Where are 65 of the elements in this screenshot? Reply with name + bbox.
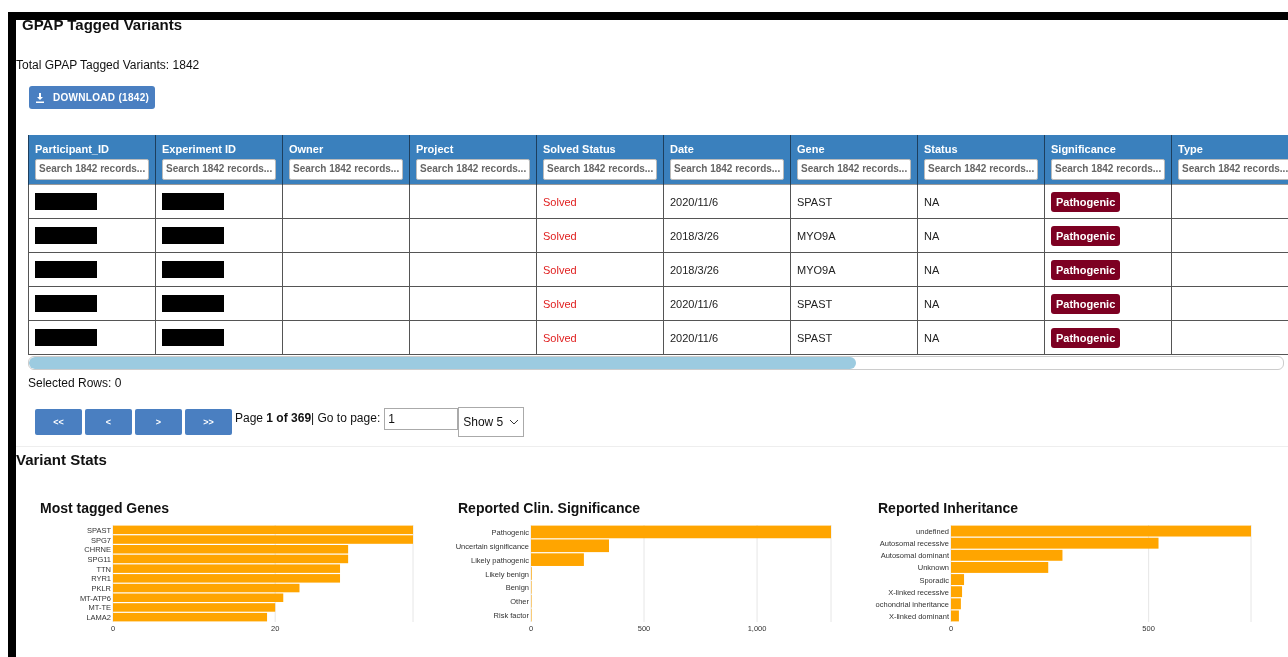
significance-badge: Pathogenic xyxy=(1051,259,1121,280)
table-cell: Solved xyxy=(543,263,577,276)
column-header[interactable]: Type xyxy=(1178,143,1288,155)
search-field[interactable]: Search 1842 records... xyxy=(1178,159,1288,180)
selected-rows: Selected Rows: 0 xyxy=(28,376,1288,390)
search-field[interactable]: Search 1842 records... xyxy=(289,159,403,180)
scrollbar-thumb[interactable] xyxy=(29,357,856,369)
table-cell: SPAST xyxy=(797,297,833,310)
table-cell: MYO9A xyxy=(797,263,836,276)
table-cell: NA xyxy=(924,229,940,242)
table-cell: MYO9A xyxy=(797,229,836,242)
column-header[interactable]: Significance xyxy=(1051,143,1165,155)
table-cell: 2018/3/26 xyxy=(670,229,719,242)
column-header[interactable]: Participant_ID xyxy=(35,143,149,155)
table-cell: 2020/11/6 xyxy=(670,195,719,208)
section-title: Variant Stats xyxy=(16,451,108,468)
table-cell: Solved xyxy=(543,331,577,344)
table-cell: Solved xyxy=(543,297,577,310)
table-cell: 2020/11/6 xyxy=(670,331,719,344)
column-header[interactable]: Status xyxy=(924,143,1038,155)
total-count: Total GPAP Tagged Variants: 1842 xyxy=(16,58,201,72)
bar xyxy=(951,586,963,598)
search-field[interactable]: Search 1842 records... xyxy=(924,159,1038,180)
chevron-down-icon xyxy=(509,419,520,425)
search-field[interactable]: Search 1842 records... xyxy=(543,159,657,180)
table-cell: 2018/3/26 xyxy=(670,263,719,276)
chart-title: Most tagged Genes xyxy=(40,500,171,516)
significance-badge: Pathogenic xyxy=(1051,293,1121,314)
search-field[interactable]: Search 1842 records... xyxy=(1051,159,1165,180)
horizontal-scrollbar[interactable] xyxy=(28,356,1284,370)
table-cell: Solved xyxy=(543,195,577,208)
column-header[interactable]: Project xyxy=(416,143,530,155)
page-button[interactable]: << xyxy=(35,409,82,435)
significance-badge: Pathogenic xyxy=(1051,191,1121,212)
column-header[interactable]: Solved Status xyxy=(543,143,657,155)
search-field[interactable]: Search 1842 records... xyxy=(416,159,530,180)
page-button[interactable]: >> xyxy=(185,409,232,435)
page-size-select[interactable]: Show 5 xyxy=(458,407,525,437)
page-input[interactable]: 1 xyxy=(384,408,459,430)
column-header[interactable]: Experiment ID xyxy=(162,143,276,155)
column-header[interactable]: Owner xyxy=(289,143,403,155)
table-cell: 2020/11/6 xyxy=(670,297,719,310)
search-field[interactable]: Search 1842 records... xyxy=(797,159,911,180)
table-cell: NA xyxy=(924,297,940,310)
search-field[interactable]: Search 1842 records... xyxy=(35,159,149,180)
search-field[interactable]: Search 1842 records... xyxy=(670,159,784,180)
table-cell: NA xyxy=(924,331,940,344)
column-header[interactable]: Gene xyxy=(797,143,911,155)
download-button[interactable]: DOWNLOAD (1842) xyxy=(29,86,156,109)
download-icon xyxy=(35,92,45,103)
table-cell: NA xyxy=(924,195,940,208)
page-button[interactable]: < xyxy=(85,409,132,435)
bar xyxy=(951,598,961,610)
table-cell: Solved xyxy=(543,229,577,242)
search-field[interactable]: Search 1842 records... xyxy=(162,159,276,180)
table-cell: SPAST xyxy=(797,195,833,208)
table-cell: SPAST xyxy=(797,331,833,344)
page-button[interactable]: > xyxy=(135,409,182,435)
chart-title: Reported Inheritance xyxy=(878,500,1020,516)
chart-title: Reported Clin. Significance xyxy=(458,500,642,516)
column-header[interactable]: Date xyxy=(670,143,784,155)
table-cell: NA xyxy=(924,263,940,276)
significance-badge: Pathogenic xyxy=(1051,225,1121,246)
page-info: Page 1 of 369| Go to page: xyxy=(235,411,381,425)
significance-badge: Pathogenic xyxy=(1051,327,1121,348)
